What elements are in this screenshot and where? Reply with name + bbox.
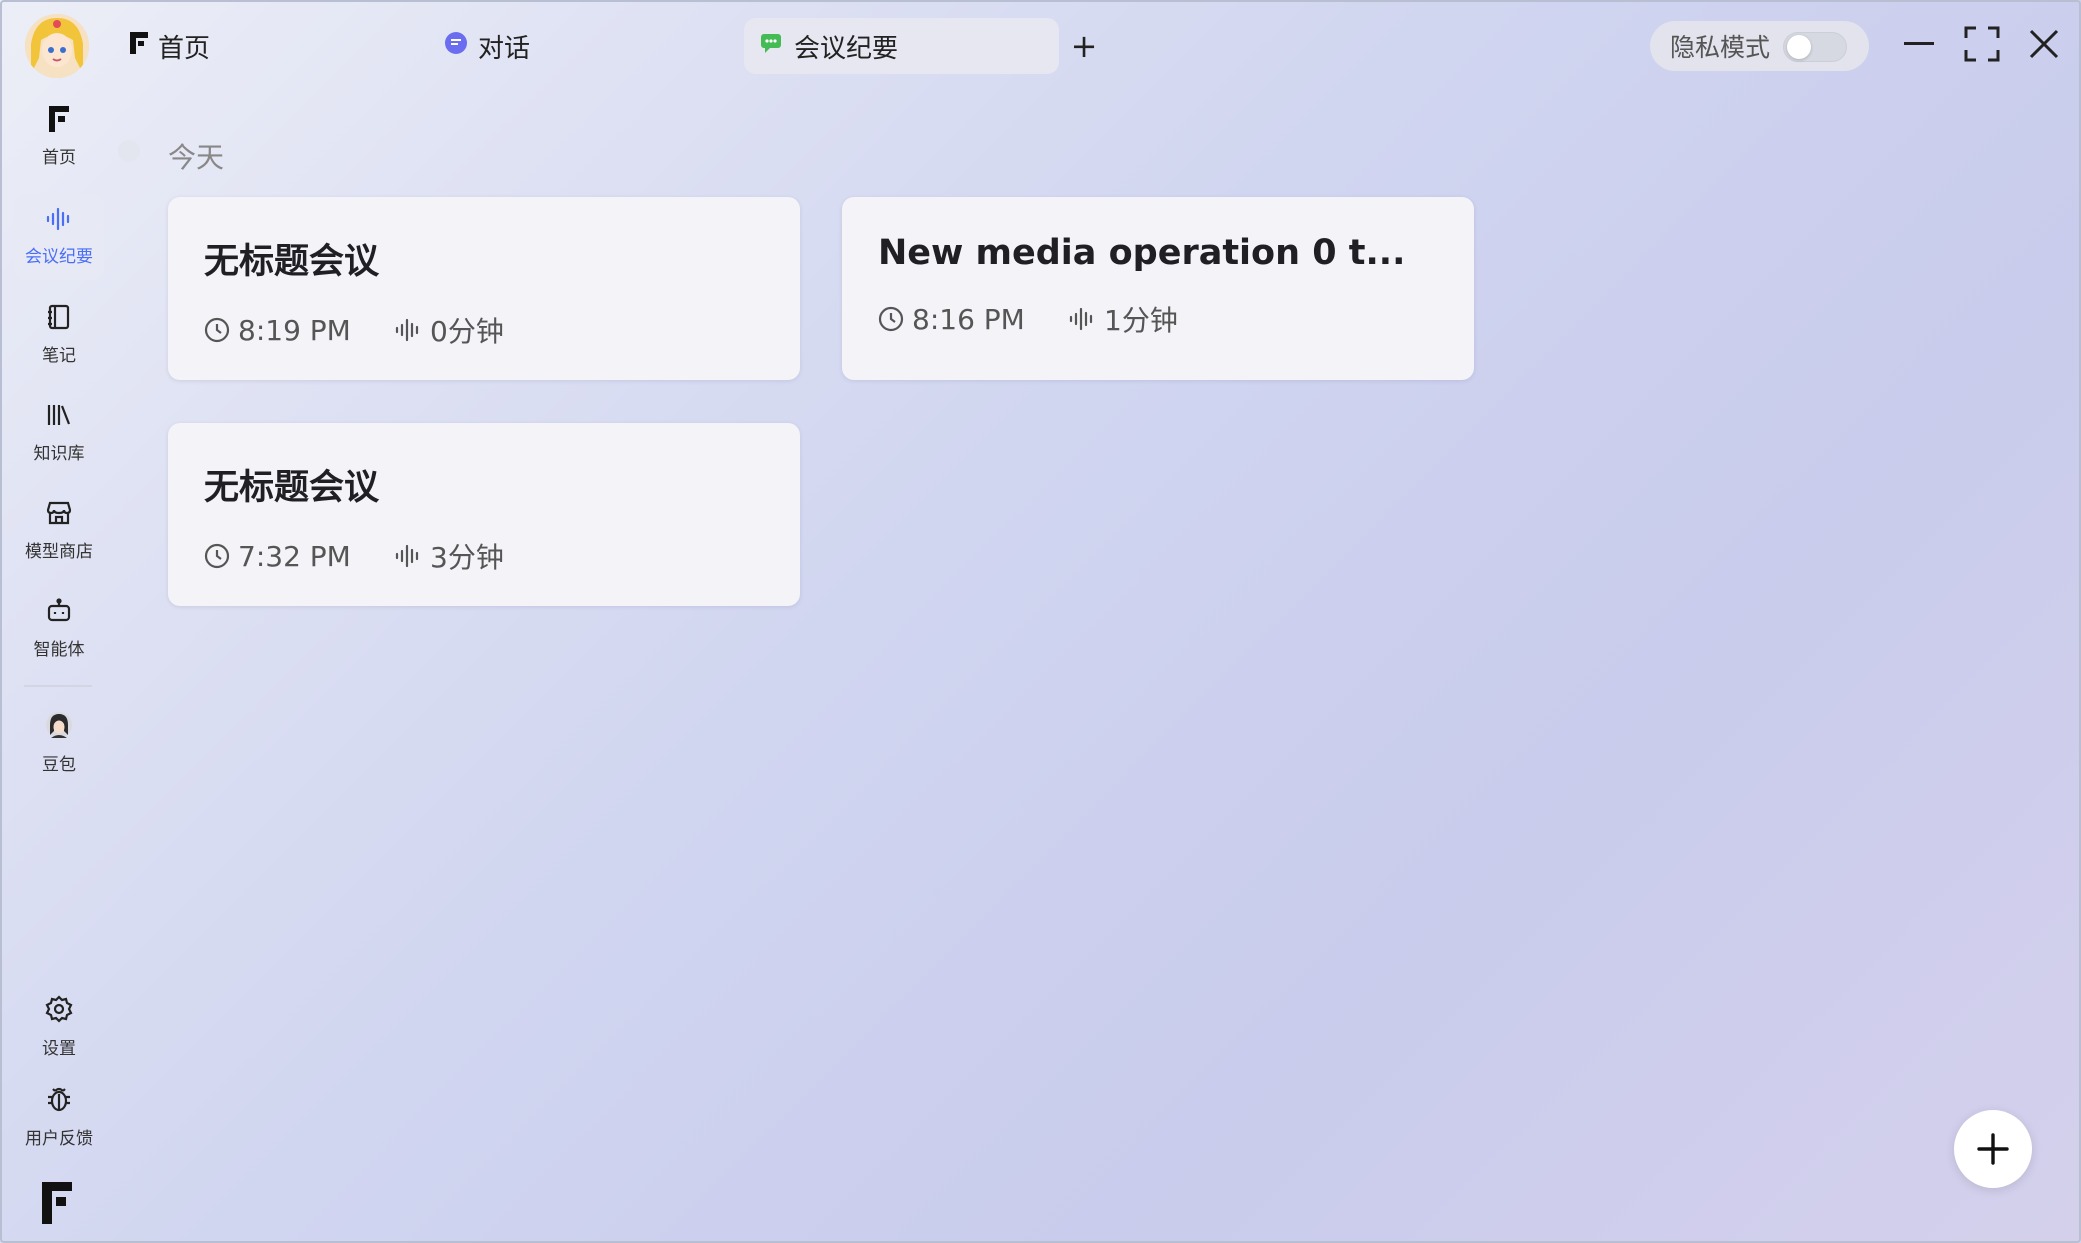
meeting-meta: 8:16 PM 1分钟 xyxy=(878,299,1474,339)
sidebar-item-label: 笔记 xyxy=(42,346,76,366)
meeting-card[interactable]: 无标题会议 7:32 PM 3分钟 xyxy=(168,423,800,606)
meeting-time: 8:16 PM xyxy=(878,303,1068,336)
tab-home[interactable]: 首页 xyxy=(114,18,226,74)
fullscreen-button[interactable] xyxy=(1960,22,2004,66)
meeting-time: 8:19 PM xyxy=(204,314,394,347)
sidebar-item-model-store[interactable]: 模型商店 xyxy=(14,488,104,574)
app-window: 首页 对话 会议纪要 + 隐私模式 首页 会议纪要 笔记 知识库 模型商店 智能… xyxy=(0,0,2081,1243)
brand-logo-icon xyxy=(42,1182,72,1228)
meeting-meta: 8:19 PM 0分钟 xyxy=(204,310,800,350)
notebook-icon xyxy=(47,304,71,335)
new-meeting-button[interactable] xyxy=(1954,1110,2032,1188)
sidebar-item-label: 设置 xyxy=(42,1039,76,1059)
store-icon xyxy=(45,500,73,531)
meeting-duration-value: 0分钟 xyxy=(430,315,504,348)
minimize-button[interactable] xyxy=(1897,22,1941,66)
meeting-title: New media operation 0 t... xyxy=(878,233,1406,273)
meeting-duration: 1分钟 xyxy=(1068,299,1178,339)
date-group-label: 今天 xyxy=(168,141,225,174)
tab-meeting-notes[interactable]: 会议纪要 xyxy=(744,18,1059,74)
sidebar-item-feedback[interactable]: 用户反馈 xyxy=(14,1074,104,1160)
sidebar-item-meeting-notes[interactable]: 会议纪要 xyxy=(14,194,104,280)
sidebar-item-home[interactable]: 首页 xyxy=(14,94,104,180)
gear-icon xyxy=(45,995,73,1028)
bug-icon xyxy=(45,1085,73,1118)
meeting-chat-icon xyxy=(760,31,784,61)
meeting-card[interactable]: New media operation 0 t... 8:16 PM 1分钟 xyxy=(842,197,1474,380)
meeting-duration-value: 3分钟 xyxy=(430,541,504,574)
plus-icon xyxy=(1977,1133,2009,1165)
meeting-duration-value: 1分钟 xyxy=(1104,304,1178,337)
user-avatar[interactable] xyxy=(25,14,89,78)
tab-chat[interactable]: 对话 xyxy=(428,18,546,74)
meeting-card[interactable]: 无标题会议 8:19 PM 0分钟 xyxy=(168,197,800,380)
sidebar-item-settings[interactable]: 设置 xyxy=(14,984,104,1070)
close-icon xyxy=(2029,29,2059,59)
meeting-time-value: 7:32 PM xyxy=(238,539,351,573)
chat-bubble-icon xyxy=(444,31,468,62)
books-icon xyxy=(46,402,72,433)
close-button[interactable] xyxy=(2022,22,2066,66)
add-tab-button[interactable]: + xyxy=(1064,24,1104,68)
sidebar-item-label: 会议纪要 xyxy=(25,247,93,267)
privacy-mode-toggle[interactable] xyxy=(1783,32,1847,62)
meeting-time: 7:32 PM xyxy=(204,540,394,573)
sidebar-item-knowledge-base[interactable]: 知识库 xyxy=(14,390,104,476)
sidebar-item-notes[interactable]: 笔记 xyxy=(14,292,104,378)
privacy-mode-label: 隐私模式 xyxy=(1670,33,1771,62)
minimize-icon xyxy=(1904,42,1934,45)
privacy-mode-control: 隐私模式 xyxy=(1650,21,1869,71)
waveform-icon xyxy=(395,544,419,568)
meeting-time-value: 8:16 PM xyxy=(912,302,1025,336)
clock-icon xyxy=(204,317,230,343)
meeting-title: 无标题会议 xyxy=(204,468,380,508)
title-bar: 首页 对话 会议纪要 + 隐私模式 xyxy=(2,2,2079,88)
waveform-icon xyxy=(1069,307,1093,331)
fullscreen-icon xyxy=(1964,26,2000,62)
sidebar-item-agents[interactable]: 智能体 xyxy=(14,586,104,672)
meeting-title: 无标题会议 xyxy=(204,242,380,282)
app-logo-icon xyxy=(49,106,69,137)
sidebar-item-label: 知识库 xyxy=(33,444,85,464)
toggle-knob xyxy=(1787,35,1811,59)
sidebar-item-label: 模型商店 xyxy=(25,542,93,562)
timeline-dot xyxy=(118,140,140,162)
doubao-avatar-icon xyxy=(45,711,73,744)
waveform-icon xyxy=(395,318,419,342)
meeting-duration: 0分钟 xyxy=(394,310,504,350)
clock-icon xyxy=(204,543,230,569)
sidebar-item-label: 豆包 xyxy=(42,755,76,775)
tab-label: 对话 xyxy=(478,33,531,64)
tab-label: 会议纪要 xyxy=(794,33,899,64)
sidebar-item-label: 用户反馈 xyxy=(25,1129,93,1149)
meeting-meta: 7:32 PM 3分钟 xyxy=(204,536,800,576)
tab-label: 首页 xyxy=(158,33,211,64)
meeting-duration: 3分钟 xyxy=(394,536,504,576)
sidebar-item-label: 首页 xyxy=(42,148,76,168)
meeting-time-value: 8:19 PM xyxy=(238,313,351,347)
app-logo-icon xyxy=(130,31,148,61)
sidebar-item-doubao[interactable]: 豆包 xyxy=(14,700,104,786)
sidebar-divider xyxy=(24,685,92,687)
robot-icon xyxy=(45,598,73,629)
sidebar-item-label: 智能体 xyxy=(33,640,85,660)
clock-icon xyxy=(878,306,904,332)
waveform-icon xyxy=(45,207,73,236)
